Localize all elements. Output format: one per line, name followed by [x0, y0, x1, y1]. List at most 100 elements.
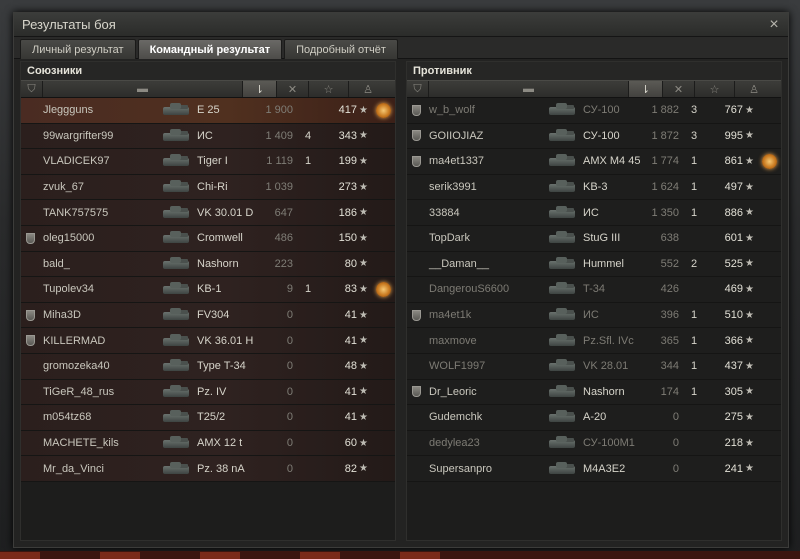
player-row[interactable]: bald_ Nashorn 223 80 ★ — [21, 251, 395, 278]
star-icon: ★ — [745, 283, 754, 295]
player-row[interactable]: 33884 ИС 1 350 1 886 ★ — [407, 200, 781, 226]
player-name[interactable]: WOLF1997 — [425, 360, 545, 372]
player-row[interactable]: ma4et1337 AMX M4 45 1 774 1 861 ★ — [407, 149, 781, 175]
kills-value: 2 — [690, 257, 698, 270]
player-name[interactable]: m054tz68 — [39, 411, 159, 423]
tank-name: ИС — [583, 309, 599, 322]
player-row[interactable]: TiGeR_48_rus Pz. IV 0 41 ★ — [21, 379, 395, 406]
player-name[interactable]: maxmove — [425, 335, 545, 347]
close-icon[interactable]: × — [766, 13, 782, 37]
player-row[interactable]: Miha3D FV304 0 41 ★ — [21, 302, 395, 329]
player-name[interactable]: Mr_da_Vinci — [39, 463, 159, 475]
player-row[interactable]: m054tz68 T25/2 0 41 ★ — [21, 405, 395, 431]
player-row[interactable]: Supersanpro M4A3E2 0 241 ★ — [407, 456, 781, 482]
tank-icon[interactable]: ▬ — [429, 81, 629, 97]
player-row[interactable]: TANK757575 VK 30.01 D 647 186 ★ — [21, 200, 395, 226]
star-icon: ★ — [359, 207, 368, 219]
player-row[interactable]: __Daman__ Hummel 552 2 525 ★ — [407, 251, 781, 278]
star-icon[interactable]: ☆ — [695, 81, 735, 97]
player-name[interactable]: 33884 — [425, 207, 545, 219]
player-name[interactable]: zvuk_67 — [39, 181, 159, 193]
star-icon[interactable]: ☆ — [309, 81, 349, 97]
player-name[interactable]: oleg15000 — [39, 232, 159, 244]
player-name[interactable]: KILLERMAD — [39, 335, 159, 347]
player-row[interactable]: Tupolev34 KB-1 9 1 83 ★ — [21, 277, 395, 303]
player-row[interactable]: oleg15000 Cromwell 486 150 ★ — [21, 225, 395, 252]
player-row[interactable]: DangerouS6600 T-34 426 469 ★ — [407, 277, 781, 303]
player-name[interactable]: ma4et1337 — [425, 155, 545, 167]
tab-detailed-report[interactable]: Подробный отчёт — [284, 39, 398, 59]
player-row[interactable]: Mr_da_Vinci Pz. 38 nA 0 82 ★ — [21, 456, 395, 482]
player-row[interactable]: gromozeka40 Type T-34 0 48 ★ — [21, 353, 395, 380]
damage-value: 0 — [286, 309, 293, 322]
player-row[interactable]: w_b_wolf СУ-100 1 882 3 767 ★ — [407, 98, 781, 124]
player-name[interactable]: Dr_Leoric — [425, 386, 545, 398]
medal-icon[interactable]: ♙ — [735, 81, 773, 97]
tank-icon[interactable]: ▬ — [43, 81, 243, 97]
xp-value: 525 — [724, 257, 743, 270]
player-name[interactable]: DangerouS6600 — [425, 283, 545, 295]
player-name[interactable]: bald_ — [39, 258, 159, 270]
damage-value: 647 — [274, 206, 293, 219]
kills-value: 1 — [690, 309, 698, 322]
tab-personal-result[interactable]: Личный результат — [20, 39, 136, 59]
clan-shield-icon[interactable]: ⛉ — [407, 81, 429, 97]
player-row[interactable]: ma4et1k ИС 396 1 510 ★ — [407, 302, 781, 329]
medal-icon[interactable] — [761, 153, 777, 169]
clan-shield-icon[interactable]: ⛉ — [21, 81, 43, 97]
player-name[interactable]: TopDark — [425, 232, 545, 244]
player-row[interactable]: serik3991 KB-3 1 624 1 497 ★ — [407, 174, 781, 201]
player-name[interactable]: serik3991 — [425, 181, 545, 193]
player-row[interactable]: dedylea23 СУ-100М1 0 218 ★ — [407, 430, 781, 457]
tank-image-icon — [545, 460, 579, 478]
player-row[interactable]: Gudemchk A-20 0 275 ★ — [407, 405, 781, 431]
clan-shield-icon — [25, 335, 35, 347]
player-name[interactable]: VLADICEK97 — [39, 155, 159, 167]
player-row[interactable]: 99wargrifter99 ИС 1 409 4 343 ★ — [21, 123, 395, 150]
player-row[interactable]: GOIIOJIAZ СУ-100 1 872 3 995 ★ — [407, 123, 781, 150]
tank-name: Cromwell — [197, 232, 243, 245]
clan-shield-icon — [411, 386, 421, 398]
player-row[interactable]: maxmove Pz.Sfl. IVc 365 1 366 ★ — [407, 328, 781, 354]
tank-name: T25/2 — [197, 411, 226, 424]
xp-value: 218 — [724, 437, 743, 450]
player-row[interactable]: KILLERMAD VK 36.01 H 0 41 ★ — [21, 328, 395, 354]
xp-value: 437 — [724, 360, 743, 373]
player-name[interactable]: dedylea23 — [425, 437, 545, 449]
damage-value: 223 — [274, 257, 293, 270]
medal-icon[interactable] — [375, 102, 391, 118]
star-icon: ★ — [745, 309, 754, 321]
clan-slot — [407, 130, 425, 142]
kills-icon[interactable]: ✕ — [277, 81, 309, 97]
medal-slot — [371, 102, 395, 118]
player-name[interactable]: __Daman__ — [425, 258, 545, 270]
player-name[interactable]: 99wargrifter99 — [39, 130, 159, 142]
player-name[interactable]: GOIIOJIAZ — [425, 130, 545, 142]
player-row[interactable]: Dr_Leoric Nashorn 174 1 305 ★ — [407, 379, 781, 406]
damage-icon[interactable]: ⇂ — [243, 81, 277, 97]
player-name[interactable]: TANK757575 — [39, 207, 159, 219]
player-name[interactable]: ma4et1k — [425, 309, 545, 321]
medal-icon[interactable]: ♙ — [349, 81, 387, 97]
player-name[interactable]: Gudemchk — [425, 411, 545, 423]
medal-icon[interactable] — [375, 281, 391, 297]
tab-team-result[interactable]: Командный результат — [137, 39, 283, 59]
player-name[interactable]: Tupolev34 — [39, 283, 159, 295]
player-name[interactable]: TiGeR_48_rus — [39, 386, 159, 398]
damage-value: 0 — [286, 462, 293, 475]
player-row[interactable]: TopDark StuG III 638 601 ★ — [407, 225, 781, 252]
kills-icon[interactable]: ✕ — [663, 81, 695, 97]
player-name[interactable]: Supersanpro — [425, 463, 545, 475]
player-name[interactable]: Miha3D — [39, 309, 159, 321]
player-row[interactable]: Jleggguns E 25 1 900 417 ★ — [21, 98, 395, 124]
damage-icon[interactable]: ⇂ — [629, 81, 663, 97]
player-row[interactable]: zvuk_67 Chi-Ri 1 039 273 ★ — [21, 174, 395, 201]
player-name[interactable]: gromozeka40 — [39, 360, 159, 372]
tank-image-icon — [159, 280, 193, 298]
player-row[interactable]: WOLF1997 VK 28.01 344 1 437 ★ — [407, 353, 781, 380]
player-name[interactable]: MACHETE_kils — [39, 437, 159, 449]
player-name[interactable]: w_b_wolf — [425, 104, 545, 116]
player-name[interactable]: Jleggguns — [39, 104, 159, 116]
player-row[interactable]: MACHETE_kils AMX 12 t 0 60 ★ — [21, 430, 395, 457]
player-row[interactable]: VLADICEK97 Tiger I 1 119 1 199 ★ — [21, 149, 395, 175]
